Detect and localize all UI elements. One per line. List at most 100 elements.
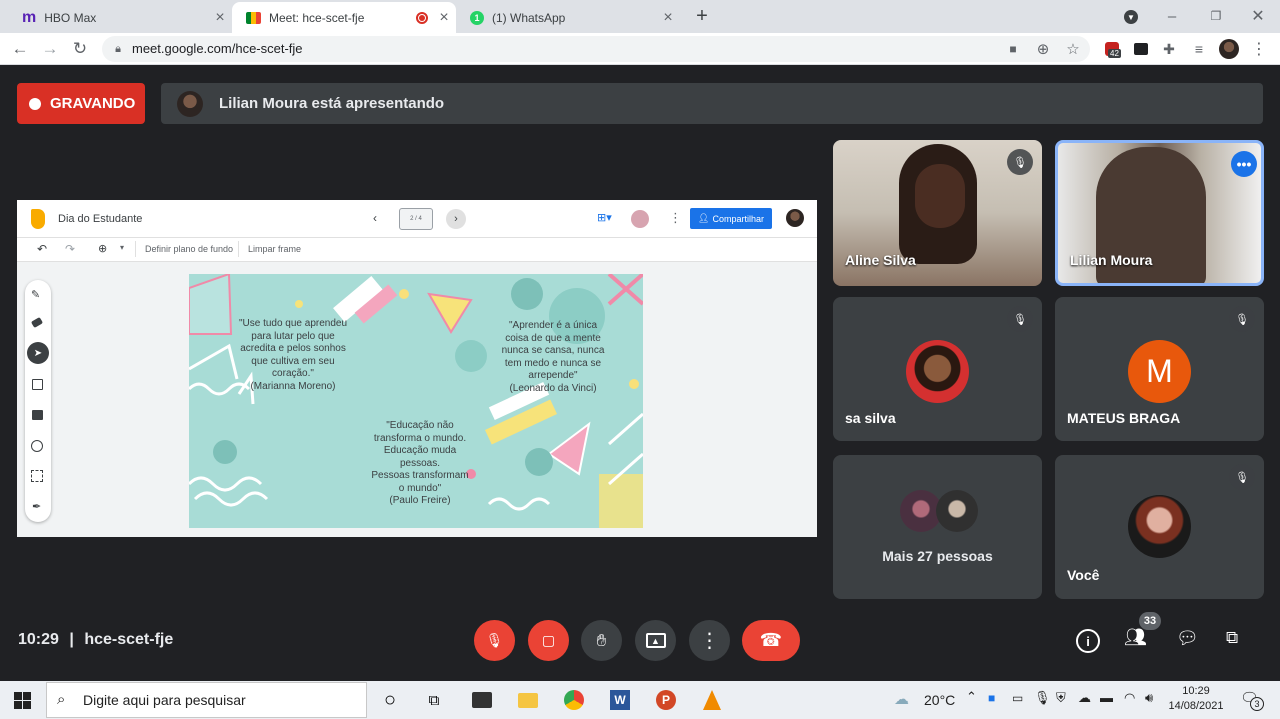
powerpoint-icon[interactable]: P xyxy=(652,686,680,714)
tab-search-icon[interactable]: ▼ xyxy=(1120,6,1142,28)
tray-device-icon[interactable]: ▭ xyxy=(1012,691,1023,705)
close-window-button[interactable]: ✕ xyxy=(1246,4,1270,28)
extension-icon[interactable] xyxy=(1130,38,1152,60)
shared-screen[interactable]: Dia do Estudante ‹ 2 / 4 › ⊞▾ ⋮ 👤︎ Compar… xyxy=(17,200,817,537)
zoom-icon[interactable]: ⊕ xyxy=(1032,38,1054,60)
prev-frame-icon[interactable]: ‹ xyxy=(373,211,377,225)
taskbar-search-input[interactable]: ⌕ Digite aqui para pesquisar xyxy=(46,682,367,718)
microphone-icon[interactable]: 🎙︎ xyxy=(1034,690,1051,706)
quote-line: Educação muda xyxy=(383,445,457,456)
more-options-button[interactable]: ⋮ xyxy=(689,620,730,661)
participant-tile-aline-silva[interactable]: 🎙︎ Aline Silva xyxy=(833,140,1042,286)
close-icon[interactable]: × xyxy=(208,9,232,27)
defender-icon[interactable]: ⛨ xyxy=(1056,690,1066,706)
present-icon[interactable]: ⊞▾ xyxy=(597,211,619,227)
divider xyxy=(135,241,136,257)
leave-call-button[interactable]: ☎︎ xyxy=(742,620,800,661)
maximize-button[interactable]: ❐ xyxy=(1204,4,1228,28)
clock[interactable]: 10:29 14/08/2021 xyxy=(1164,684,1228,714)
quote-paulo-freire[interactable]: "Educação não transforma o mundo. Educaç… xyxy=(359,420,481,508)
participant-tile-mateus-braga[interactable]: 🎙︎ M MATEUS BRAGA xyxy=(1055,297,1264,441)
profile-avatar[interactable] xyxy=(1218,38,1240,60)
participant-tile-sa-silva[interactable]: 🎙︎ sa silva xyxy=(833,297,1042,441)
account-avatar xyxy=(786,209,804,227)
more-vert-icon: ⋮ xyxy=(699,630,720,652)
mic-off-button[interactable]: 🎙︎ xyxy=(474,620,515,661)
file-explorer-icon[interactable] xyxy=(514,686,542,714)
media-queue-icon[interactable]: ≡ xyxy=(1188,38,1210,60)
onedrive-icon[interactable]: ☁︎ xyxy=(1078,690,1091,706)
bookmark-star-icon[interactable]: ☆ xyxy=(1062,38,1084,60)
tab-whatsapp[interactable]: 1 (1) WhatsApp × xyxy=(456,2,680,33)
more-options-icon[interactable]: ••• xyxy=(1231,151,1257,177)
sticky-note-icon[interactable] xyxy=(32,379,43,390)
raise-hand-button[interactable]: ✋︎ xyxy=(581,620,622,661)
store-icon[interactable] xyxy=(468,686,496,714)
frame-indicator[interactable]: 2 / 4 xyxy=(399,208,433,230)
back-icon[interactable]: ← xyxy=(8,37,32,61)
image-icon[interactable] xyxy=(32,410,43,420)
chat-icon[interactable]: 💬︎ xyxy=(1176,628,1200,652)
set-background-button[interactable]: Definir plano de fundo xyxy=(145,244,233,254)
forward-icon[interactable]: → xyxy=(38,37,62,61)
participant-tile-more-people[interactable]: Mais 27 pessoas xyxy=(833,455,1042,599)
jamboard-title[interactable]: Dia do Estudante xyxy=(58,213,142,225)
cortana-icon[interactable]: ○ xyxy=(376,686,404,714)
vlc-icon[interactable] xyxy=(698,686,726,714)
word-icon[interactable]: W xyxy=(606,686,634,714)
mic-off-icon: 🎙︎ xyxy=(1229,306,1255,332)
more-icon[interactable]: ⋮ xyxy=(669,210,682,226)
tab-hbo-max[interactable]: m HBO Max × xyxy=(8,2,232,33)
chrome-icon[interactable] xyxy=(560,686,588,714)
menu-kebab-icon[interactable]: ⋮ xyxy=(1248,38,1270,60)
participant-tile-you[interactable]: 🎙︎ Você xyxy=(1055,455,1264,599)
clear-frame-button[interactable]: Limpar frame xyxy=(248,244,301,254)
laser-icon[interactable]: ✒ xyxy=(32,500,41,513)
close-icon[interactable]: × xyxy=(656,9,680,27)
puzzle-icon[interactable]: ✚ xyxy=(1158,38,1180,60)
undo-icon[interactable]: ↶ xyxy=(37,242,47,256)
participant-tile-lilian-moura[interactable]: ••• Lilian Moura xyxy=(1055,140,1264,286)
windows-start-icon[interactable] xyxy=(8,686,36,714)
url-input[interactable]: 🔒︎ meet.google.com/hce-scet-fje xyxy=(102,36,1090,62)
camera-off-button[interactable]: ▢ xyxy=(528,620,569,661)
meeting-info: 10:29 | hce-scet-fje xyxy=(18,631,173,649)
minimize-button[interactable]: – xyxy=(1160,4,1184,28)
share-button[interactable]: 👤︎ Compartilhar xyxy=(690,208,772,229)
task-view-icon[interactable]: ⧉ xyxy=(420,686,448,714)
reload-icon[interactable]: ↻ xyxy=(68,37,92,61)
notifications-icon[interactable]: 🗨︎ 3 xyxy=(1240,689,1264,711)
activities-icon[interactable]: ⧉ xyxy=(1226,628,1250,652)
tab-meet[interactable]: Meet: hce-scet-fje × xyxy=(232,2,456,33)
next-frame-icon[interactable]: › xyxy=(446,209,466,229)
battery-icon[interactable]: ▬ xyxy=(1100,690,1113,705)
meeting-details-icon[interactable]: i xyxy=(1076,629,1100,653)
tray-app-icon[interactable]: ■ xyxy=(988,691,995,705)
people-icon: 👥︎ xyxy=(1124,627,1147,647)
extension-shield-icon[interactable]: 42 xyxy=(1100,38,1124,60)
new-tab-button[interactable]: + xyxy=(690,4,714,28)
quote-leonardo-da-vinci[interactable]: "Aprender é a única coisa de que a mente… xyxy=(491,320,615,395)
volume-icon[interactable]: 🔊︎ xyxy=(1145,690,1153,706)
chevron-down-icon[interactable]: ▾ xyxy=(120,243,124,252)
present-now-button[interactable]: ▲ xyxy=(635,620,676,661)
zoom-icon[interactable]: ⊕ xyxy=(98,242,107,255)
recording-badge[interactable]: GRAVANDO xyxy=(17,83,145,124)
quote-marianna-moreno[interactable]: "Use tudo que aprendeu para lutar pelo q… xyxy=(229,318,357,393)
chevron-up-icon[interactable]: ⌃ xyxy=(966,689,977,705)
pen-icon[interactable]: ✎ xyxy=(31,288,40,301)
select-icon[interactable]: ➤ xyxy=(27,342,49,364)
eraser-icon[interactable] xyxy=(30,316,44,329)
camera-icon[interactable]: ■ xyxy=(1002,38,1024,60)
close-icon[interactable]: × xyxy=(432,9,456,27)
circle-icon[interactable] xyxy=(31,440,43,452)
jamboard-frame[interactable]: "Use tudo que aprendeu para lutar pelo q… xyxy=(189,274,643,528)
weather-temp[interactable]: 20°C xyxy=(924,692,955,708)
text-box-icon[interactable] xyxy=(31,470,43,482)
wifi-icon[interactable]: ◠ xyxy=(1124,690,1135,706)
quote-line: "Aprender é a única xyxy=(508,320,598,331)
meeting-time: 10:29 xyxy=(18,631,59,648)
people-button[interactable]: 👥︎ 33 xyxy=(1124,612,1161,653)
redo-icon[interactable]: ↷ xyxy=(65,242,75,256)
tool-palette: ✎ ➤ ✒ xyxy=(25,280,51,522)
